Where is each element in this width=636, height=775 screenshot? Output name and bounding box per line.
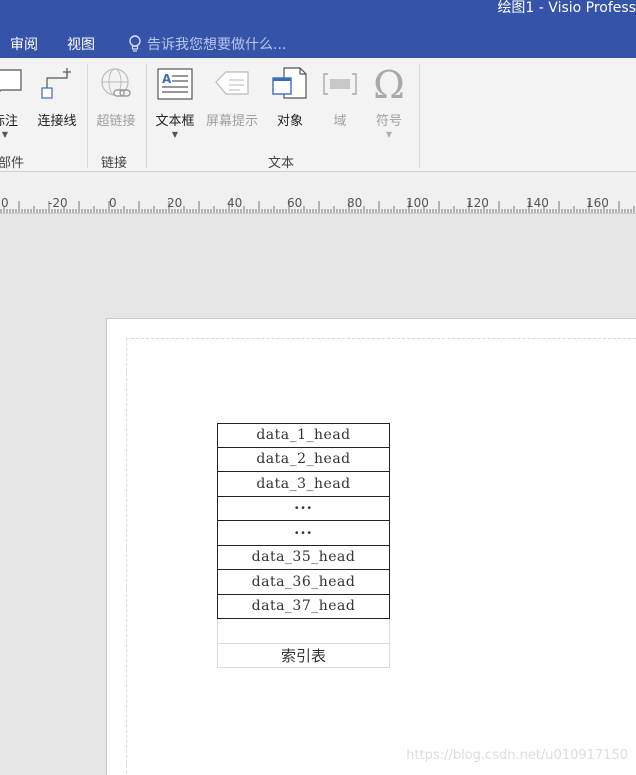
field-icon — [320, 64, 360, 104]
ribbon-tab-bar: 审阅 视图 告诉我您想要做什么... — [0, 30, 636, 58]
ruler-label: 60 — [287, 196, 302, 210]
field-button[interactable]: 域 — [320, 64, 360, 129]
chevron-down-icon: ▼ — [171, 130, 179, 139]
connector-icon — [37, 64, 77, 104]
object-label: 对象 — [276, 114, 303, 129]
ruler-label: 20 — [167, 196, 182, 210]
index-table-row[interactable]: data_36_head — [217, 570, 390, 595]
index-table-row[interactable]: data_1_head — [217, 423, 390, 448]
tab-view[interactable]: 视图 — [67, 34, 95, 54]
table-caption[interactable]: 索引表 — [217, 644, 390, 668]
tell-me-box[interactable]: 告诉我您想要做什么... — [128, 34, 286, 54]
index-table-row[interactable]: ··· — [217, 496, 390, 521]
index-table-row[interactable]: data_37_head — [217, 594, 390, 619]
index-table-row[interactable]: ··· — [217, 521, 390, 546]
callout-button[interactable]: 标注 ▼ — [0, 64, 26, 139]
index-table-row[interactable]: data_3_head — [217, 472, 390, 497]
tab-review[interactable]: 审阅 — [10, 34, 38, 54]
watermark: https://blog.csdn.net/u010917150 — [406, 748, 628, 763]
group-separator — [146, 64, 147, 168]
svg-text:Ω: Ω — [373, 64, 405, 104]
chevron-down-icon: ▼ — [1, 130, 9, 139]
chevron-down-icon: ▼ — [385, 130, 393, 139]
tell-me-placeholder: 告诉我您想要做什么... — [147, 37, 287, 53]
group-label-links: 链接 — [101, 156, 128, 171]
symbol-button[interactable]: Ω 符号 ▼ — [368, 64, 410, 139]
screentip-label: 屏幕提示 — [205, 114, 258, 129]
ribbon-panel: 标注 ▼ 连接线 部件 超链接 链接 — [0, 58, 636, 172]
index-table-row[interactable]: data_2_head — [217, 447, 390, 472]
textbox-button[interactable]: A 文本框 ▼ — [151, 64, 199, 139]
window-title: 绘图1 - Visio Profess — [497, 0, 636, 16]
ruler-label: -20 — [48, 196, 68, 210]
empty-row[interactable] — [217, 619, 390, 644]
group-separator — [419, 64, 420, 168]
symbol-label: 符号 — [375, 114, 402, 129]
horizontal-ruler[interactable]: 0 -20 0 20 40 60 80 100 120 140 160 — [0, 172, 636, 214]
group-label-parts: 部件 — [0, 156, 25, 171]
hyperlink-label: 超链接 — [96, 114, 136, 129]
ruler-label: 0 — [109, 196, 117, 210]
ruler-label: 140 — [526, 196, 549, 210]
callout-icon — [0, 64, 25, 104]
group-label-text: 文本 — [268, 156, 295, 171]
index-table-row[interactable]: data_35_head — [217, 545, 390, 570]
lightbulb-icon — [129, 35, 141, 52]
index-table-shape[interactable]: data_1_head data_2_head data_3_head ··· … — [217, 423, 390, 668]
object-button[interactable]: 对象 — [268, 64, 312, 129]
hyperlink-icon — [96, 64, 136, 104]
ruler-scale: 0 -20 0 20 40 60 80 100 120 140 160 — [0, 196, 635, 213]
title-bar: 绘图1 - Visio Profess — [0, 0, 636, 30]
group-separator — [87, 64, 88, 168]
ruler-label: 120 — [466, 196, 489, 210]
ruler-label: 160 — [586, 196, 609, 210]
screentip-button[interactable]: 屏幕提示 — [201, 64, 263, 129]
hyperlink-button[interactable]: 超链接 — [92, 64, 140, 129]
ruler-label: 80 — [347, 196, 362, 210]
ruler-label: 40 — [227, 196, 242, 210]
ruler-label: 100 — [406, 196, 429, 210]
svg-text:A: A — [162, 72, 172, 86]
ruler-label: 0 — [1, 196, 9, 210]
textbox-icon: A — [155, 64, 195, 104]
connector-label: 连接线 — [37, 114, 77, 129]
callout-label: 标注 — [0, 114, 18, 129]
field-label: 域 — [333, 114, 347, 129]
screentip-icon — [212, 64, 252, 104]
object-icon — [270, 64, 310, 104]
connector-button[interactable]: 连接线 — [33, 64, 81, 129]
omega-icon: Ω — [369, 64, 409, 104]
textbox-label: 文本框 — [155, 114, 195, 129]
